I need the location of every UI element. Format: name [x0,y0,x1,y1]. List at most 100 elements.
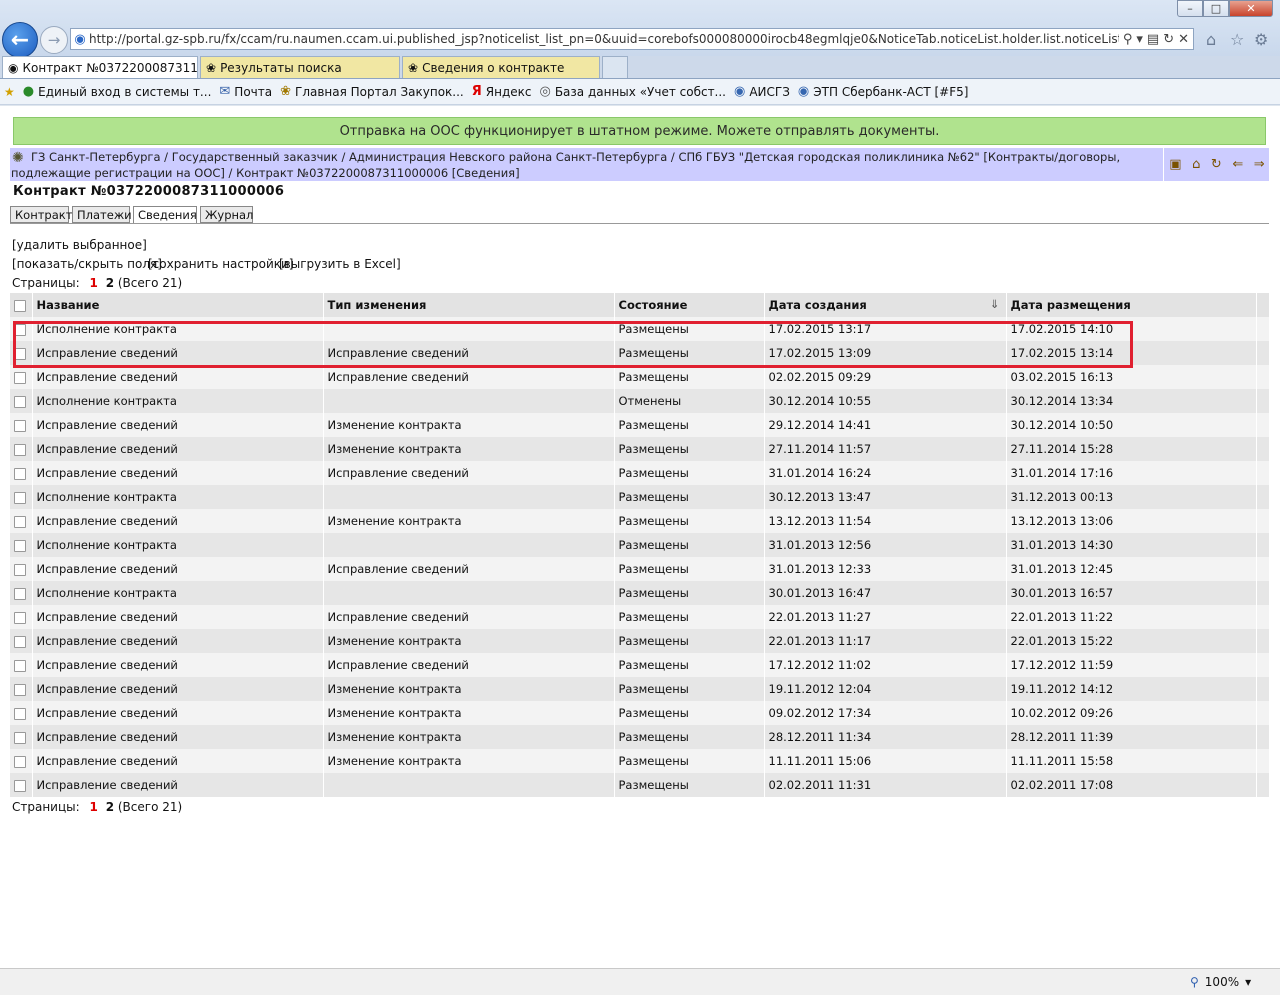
cell-name[interactable]: Исправление сведений [32,677,324,701]
column-header-status[interactable]: Состояние [614,293,765,317]
zoom-control[interactable]: ⚲ 100% ▾ [1190,975,1251,989]
tab-contract[interactable]: Контракт [10,206,72,223]
page-link[interactable]: 2 [106,800,114,814]
table-row[interactable]: Исправление сведений Изменение контракта Р… [10,509,1270,533]
row-checkbox[interactable] [14,371,26,384]
address-bar[interactable]: ◉ http://portal.gz-spb.ru/fx/ccam/ru.nau… [70,28,1194,50]
row-checkbox[interactable] [14,755,26,768]
table-row[interactable]: Исправление сведений Изменение контракта Р… [10,749,1270,773]
tab-details[interactable]: Сведения [133,206,197,224]
toggle-fields-link[interactable]: [показать/скрыть поля] [12,257,162,271]
cell-name[interactable]: Исправление сведений [32,437,324,461]
cell-name[interactable]: Исполнение контракта [32,533,324,557]
column-header-created[interactable]: Дата создания ⇓ [764,293,1007,317]
favorite-database[interactable]: ◎ База данных «Учет собст... [539,84,726,99]
home-icon[interactable]: ⌂ [1206,30,1216,49]
favorite-mail[interactable]: ✉ Почта [219,84,272,99]
table-row[interactable]: Исправление сведений Исправление сведений… [10,557,1270,581]
table-row[interactable]: Исполнение контракта Размещены 30.01.2013 … [10,581,1270,605]
cell-name[interactable]: Исправление сведений [32,629,324,653]
row-checkbox[interactable] [14,587,26,600]
favorite-yandex[interactable]: Я Яндекс [472,84,532,99]
cell-name[interactable]: Исправление сведений [32,509,324,533]
table-row[interactable]: Исправление сведений Исправление сведений… [10,653,1270,677]
table-row[interactable]: Исправление сведений Изменение контракта Р… [10,677,1270,701]
table-row[interactable]: Исправление сведений Изменение контракта Р… [10,725,1270,749]
table-row[interactable]: Исправление сведений Исправление сведений… [10,461,1270,485]
column-header-change-type[interactable]: Тип изменения [323,293,615,317]
favorites-icon[interactable]: ☆ [1230,30,1244,49]
refresh-icon[interactable]: ↻ [1163,32,1174,47]
arrow-left-icon[interactable]: ⇐ [1232,157,1243,172]
export-excel-link[interactable]: [выгрузить в Excel] [279,257,401,271]
folder-icon[interactable]: ▣ [1169,157,1181,172]
arrow-right-icon[interactable]: ⇒ [1254,157,1265,172]
browser-tab-search-results[interactable]: ❀ Результаты поиска [200,56,400,78]
row-checkbox[interactable] [14,443,26,456]
back-button[interactable]: ← [2,22,38,58]
close-window-button[interactable]: ✕ [1229,0,1273,17]
row-checkbox[interactable] [14,419,26,432]
page-link[interactable]: 2 [106,276,114,290]
home-icon[interactable]: ⌂ [1192,157,1200,172]
favorite-portal[interactable]: ❀ Главная Портал Закупок... [280,84,464,99]
column-header-published[interactable]: Дата размещения [1006,293,1257,317]
stop-icon[interactable]: ✕ [1178,32,1189,47]
browser-tab-contract-info[interactable]: ❀ Сведения о контракте [402,56,600,78]
favorite-single-login[interactable]: ● Единый вход в системы т... [23,84,212,99]
row-checkbox[interactable] [14,563,26,576]
column-header-name[interactable]: Название [32,293,324,317]
cell-name[interactable]: Исполнение контракта [32,389,324,413]
row-checkbox[interactable] [14,491,26,504]
table-row[interactable]: Исправление сведений Изменение контракта Р… [10,629,1270,653]
sort-down-icon[interactable]: ⇓ [990,297,1000,311]
row-checkbox[interactable] [14,683,26,696]
tab-payments[interactable]: Платежи [72,206,132,223]
cell-name[interactable]: Исправление сведений [32,605,324,629]
refresh-icon[interactable]: ↻ [1211,157,1222,172]
cell-name[interactable]: Исправление сведений [32,749,324,773]
row-checkbox[interactable] [14,611,26,624]
favorites-star-icon[interactable]: ★ [4,85,15,99]
tab-journal[interactable]: Журнал [200,206,253,223]
row-checkbox[interactable] [14,659,26,672]
table-row[interactable]: Исполнение контракта Размещены 31.01.2013 … [10,533,1270,557]
table-row[interactable]: Исполнение контракта Отменены 30.12.2014 1… [10,389,1270,413]
row-checkbox[interactable] [14,635,26,648]
delete-selected-link[interactable]: [удалить выбранное] [12,238,147,252]
row-checkbox[interactable] [14,467,26,480]
table-row[interactable]: Исполнение контракта Размещены 30.12.2013 … [10,485,1270,509]
select-all-checkbox[interactable] [14,299,26,312]
breadcrumb[interactable]: ГЗ Санкт-Петербурга / Государственный за… [11,149,1156,181]
search-icon[interactable]: ⚲ [1123,32,1133,47]
new-tab-button[interactable] [602,56,628,78]
row-checkbox[interactable] [14,731,26,744]
row-checkbox[interactable] [14,515,26,528]
cell-name[interactable]: Исправление сведений [32,365,324,389]
table-row[interactable]: Исправление сведений Исправление сведений… [10,365,1270,389]
favorite-aisgz[interactable]: ◉ АИСГЗ [734,84,790,99]
cell-name[interactable]: Исправление сведений [32,557,324,581]
row-checkbox[interactable] [14,539,26,552]
cell-name[interactable]: Исправление сведений [32,701,324,725]
row-checkbox[interactable] [14,707,26,720]
table-row[interactable]: Исправление сведений Исправление сведений… [10,605,1270,629]
cell-name[interactable]: Исправление сведений [32,413,324,437]
row-checkbox[interactable] [14,395,26,408]
browser-tab-contract[interactable]: ◉ Контракт №0372200087311... ✕ [2,56,198,78]
compat-icon[interactable]: ▤ [1147,32,1159,47]
save-settings-link[interactable]: [сохранить настройки] [148,257,294,271]
dropdown-icon[interactable]: ▾ [1136,32,1143,47]
table-row[interactable]: Исправление сведений Изменение контракта Р… [10,413,1270,437]
cell-name[interactable]: Исправление сведений [32,653,324,677]
maximize-button[interactable]: □ [1203,0,1229,17]
minimize-button[interactable]: – [1177,0,1203,17]
cell-name[interactable]: Исполнение контракта [32,581,324,605]
table-row[interactable]: Исправление сведений Изменение контракта Р… [10,437,1270,461]
cell-name[interactable]: Исправление сведений [32,773,324,797]
gear-icon[interactable]: ⚙ [1254,30,1268,49]
table-row[interactable]: Исправление сведений Размещены 02.02.2011 … [10,773,1270,797]
forward-button[interactable]: → [40,26,68,54]
row-checkbox[interactable] [14,779,26,792]
cell-name[interactable]: Исправление сведений [32,725,324,749]
